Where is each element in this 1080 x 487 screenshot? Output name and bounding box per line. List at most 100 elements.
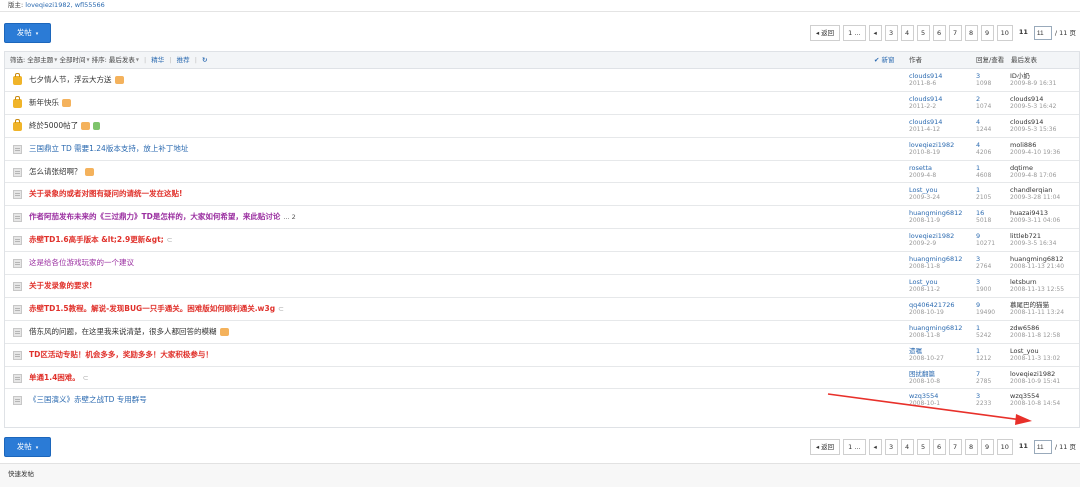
thread-last-post[interactable]: Lost_you 2008-11-3 13:02: [1010, 347, 1060, 363]
thread-row[interactable]: 关于录象的或者对图有疑问的请统一发在这贴! Lost_you 2009-3-24 1 2…: [5, 183, 1079, 207]
thread-last-post[interactable]: 慕尾巴的猫猫 2008-11-11 13:24: [1010, 301, 1064, 317]
thread-title[interactable]: 七夕情人节，浮云大方送: [29, 69, 124, 91]
thread-row[interactable]: TD区活动专贴！机会多多，奖励多多！大家积极参与！ 遗嘱 2008-10-27 1 12…: [5, 344, 1079, 367]
thread-title[interactable]: 三国鼎立 TD 需要1.24版本支持，放上补丁地址: [29, 138, 188, 160]
thread-title[interactable]: 关于录象的或者对图有疑问的请统一发在这贴!: [29, 183, 182, 205]
thread-author[interactable]: 困扰翻篇 2008-10-8: [909, 370, 940, 386]
thread-title[interactable]: 《三国演义》赤壁之战TD 专用群号: [29, 389, 147, 411]
thread-title[interactable]: 新年快乐: [29, 92, 71, 114]
thread-row[interactable]: 这是给各位游戏玩家的一个建议 huangming6812 2008-11-8 3 276…: [5, 252, 1079, 276]
page-link[interactable]: 9: [980, 25, 994, 41]
thread-row[interactable]: 赤壁TD1.6高手版本 &lt;2.9更新&gt; ⊂ loveqiezi1982 2…: [5, 229, 1079, 253]
page-link[interactable]: 5: [916, 25, 930, 41]
page-prev[interactable]: ◂: [868, 439, 882, 455]
thread-author[interactable]: Lost_you 2009-3-24: [909, 186, 940, 202]
thread-row[interactable]: 三国鼎立 TD 需要1.24版本支持，放上补丁地址 loveqiezi1982 20…: [5, 138, 1079, 161]
page-jump-input[interactable]: [1033, 26, 1052, 40]
filter-all-topics[interactable]: 全部主题▼: [27, 56, 57, 64]
page-link[interactable]: 4: [900, 25, 914, 41]
filter-all-time[interactable]: 全部时间▼: [59, 56, 89, 64]
thread-pages[interactable]: ... 2: [283, 213, 295, 221]
thread-last-post[interactable]: zdw6586 2008-11-8 12:58: [1010, 324, 1060, 340]
thread-title[interactable]: 終於5000帖了: [29, 115, 101, 137]
reply-count: 1: [976, 186, 981, 195]
thread-author[interactable]: loveqiezi1982 2009-2-9: [909, 232, 954, 248]
thread-stats: 3 1900: [976, 278, 991, 294]
thread-author[interactable]: clouds914 2011-8-6: [909, 72, 942, 88]
page-link[interactable]: 7: [948, 25, 962, 41]
thread-row[interactable]: 《三国演义》赤壁之战TD 专用群号 wzq3554 2008-10-1 3 2233 wz…: [5, 389, 1079, 412]
thread-title[interactable]: 赤壁TD1.6高手版本 &lt;2.9更新&gt; ⊂: [29, 229, 173, 251]
thread-title[interactable]: 借东风的问题，在这里我来说清楚，很多人都回答的模糊: [29, 321, 229, 343]
thread-last-post[interactable]: loveqiezi1982 2008-10-9 15:41: [1010, 370, 1060, 386]
new-window-toggle[interactable]: ✔ 新窗: [874, 52, 895, 68]
thread-last-post[interactable]: clouds914 2009-5-3 15:36: [1010, 118, 1056, 134]
thread-title[interactable]: 作者阿茄发布未来的《三过鼎力》TD是怎样的，大家如何希望，来此贴讨论... 2: [29, 206, 296, 228]
page-link[interactable]: 6: [932, 439, 946, 455]
thread-title[interactable]: 关于发录象的要求!: [29, 275, 92, 297]
page-link[interactable]: 8: [964, 439, 978, 455]
page-link[interactable]: 4: [900, 439, 914, 455]
thread-author[interactable]: qq406421726 2008-10-19: [909, 301, 954, 317]
page-link[interactable]: 10: [996, 439, 1013, 455]
thread-title[interactable]: TD区活动专贴！机会多多，奖励多多！大家积极参与！: [29, 344, 213, 366]
thread-author[interactable]: huangming6812 2008-11-8: [909, 255, 962, 271]
thread-last-post[interactable]: littleb721 2009-3-5 16:34: [1010, 232, 1056, 248]
last-post-time: 2008-11-3 13:02: [1010, 354, 1061, 362]
thread-last-post[interactable]: huangming6812 2008-11-13 21:40: [1010, 255, 1064, 271]
thread-author[interactable]: 遗嘱 2008-10-27: [909, 347, 944, 363]
page-link[interactable]: 6: [932, 25, 946, 41]
thread-row[interactable]: 赤壁TD1.5教程。解说-发现BUG一只手通关。困难版如何顺利通关.w3g ⊂ qq…: [5, 298, 1079, 321]
page-link[interactable]: 7: [948, 439, 962, 455]
thread-row[interactable]: 怎么请张绍啊？ rosetta 2009-4-8 1 4608 dqtime 2009-4-…: [5, 161, 1079, 184]
thread-list: 筛选: 全部主题▼ 全部时间▼ 排序: 最后发表▼ | 精华 | 推荐 | ↻ …: [4, 51, 1080, 428]
thread-row[interactable]: 借东风的问题，在这里我来说清楚，很多人都回答的模糊 huangming6812 20…: [5, 321, 1079, 344]
thread-last-post[interactable]: ID小奶 2009-8-9 16:31: [1010, 72, 1056, 88]
thread-title[interactable]: 单通1.4困难。 ⊂: [29, 367, 89, 389]
thread-last-post[interactable]: letsburn 2008-11-13 12:55: [1010, 278, 1064, 294]
thread-author[interactable]: huangming6812 2008-11-9: [909, 209, 962, 225]
page-link[interactable]: 8: [964, 25, 978, 41]
page-link[interactable]: 3: [884, 25, 898, 41]
page-link[interactable]: 9: [980, 439, 994, 455]
page-link[interactable]: 5: [916, 439, 930, 455]
thread-row[interactable]: 单通1.4困难。 ⊂ 困扰翻篇 2008-10-8 7 2785 loveqiezi1982…: [5, 367, 1079, 390]
page-prev[interactable]: ◂: [868, 25, 882, 41]
page-first[interactable]: 1 ...: [843, 439, 866, 455]
thread-last-post[interactable]: chandlerqian 2009-3-28 11:04: [1010, 186, 1060, 202]
thread-author[interactable]: huangming6812 2008-11-8: [909, 324, 962, 340]
thread-title[interactable]: 怎么请张绍啊？: [29, 161, 94, 183]
back-button[interactable]: ◂ 返回: [809, 439, 841, 455]
page-link[interactable]: 10: [996, 25, 1013, 41]
thread-author[interactable]: loveqiezi1982 2010-8-19: [909, 141, 954, 157]
new-post-button[interactable]: 发帖 ▾: [4, 437, 51, 457]
filter-recommend[interactable]: 推荐: [177, 56, 190, 64]
thread-last-post[interactable]: dqtime 2009-4-8 17:06: [1010, 164, 1056, 180]
refresh-icon[interactable]: ↻: [202, 56, 207, 64]
thread-author[interactable]: clouds914 2011-2-2: [909, 95, 942, 111]
moderator-names[interactable]: loveqiezi1982, wfl55566: [25, 1, 105, 9]
thread-row[interactable]: 关于发录象的要求! Lost_you 2008-11-2 3 1900 letsburn 2…: [5, 275, 1079, 298]
thread-author[interactable]: rosetta 2009-4-8: [909, 164, 936, 180]
thread-row[interactable]: 終於5000帖了 clouds914 2011-4-12 4 1244 clouds914…: [5, 115, 1079, 138]
thread-author[interactable]: wzq3554 2008-10-1: [909, 392, 940, 408]
page-jump-input[interactable]: [1033, 440, 1052, 454]
page-link[interactable]: 3: [884, 439, 898, 455]
thread-last-post[interactable]: clouds914 2009-5-3 16:42: [1010, 95, 1056, 111]
back-button[interactable]: ◂ 返回: [809, 25, 841, 41]
filter-sort[interactable]: 排序: 最后发表▼: [92, 56, 139, 64]
thread-row[interactable]: 七夕情人节，浮云大方送 clouds914 2011-8-6 3 1098 ID小奶 200…: [5, 69, 1079, 92]
thread-last-post[interactable]: wzq3554 2008-10-8 14:54: [1010, 392, 1060, 408]
new-post-button[interactable]: 发帖 ▾: [4, 23, 51, 43]
thread-last-post[interactable]: moli886 2009-4-10 19:36: [1010, 141, 1060, 157]
thread-row[interactable]: 新年快乐 clouds914 2011-2-2 2 1074 clouds914 2009-…: [5, 92, 1079, 115]
thread-title[interactable]: 赤壁TD1.5教程。解说-发现BUG一只手通关。困难版如何顺利通关.w3g ⊂: [29, 298, 284, 320]
thread-last-post[interactable]: huazai9413 2009-3-11 04:06: [1010, 209, 1060, 225]
thread-title[interactable]: 这是给各位游戏玩家的一个建议: [29, 252, 134, 274]
page-first[interactable]: 1 ...: [843, 25, 866, 41]
thread-author[interactable]: Lost_you 2008-11-2: [909, 278, 940, 294]
thread-row[interactable]: 作者阿茄发布未来的《三过鼎力》TD是怎样的，大家如何希望，来此贴讨论... 2 h…: [5, 206, 1079, 230]
filter-digest[interactable]: 精华: [151, 56, 164, 64]
doc-icon: [13, 396, 22, 406]
thread-author[interactable]: clouds914 2011-4-12: [909, 118, 942, 134]
